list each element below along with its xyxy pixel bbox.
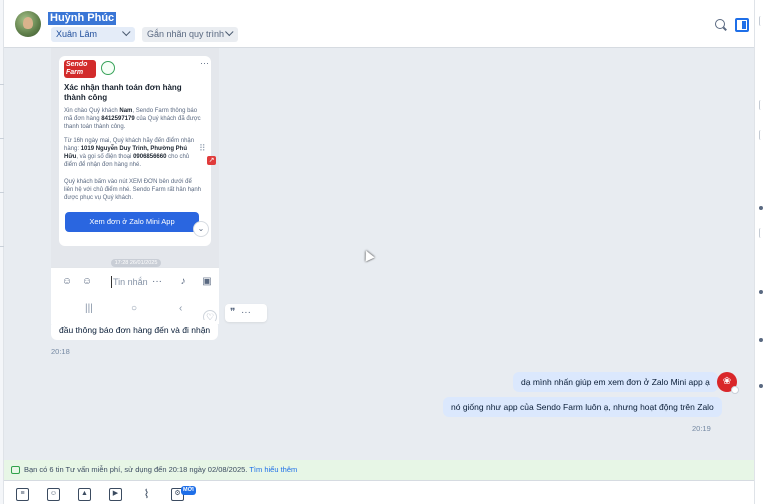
- scroll-down-icon: ⌄: [193, 221, 209, 237]
- panel-item: [759, 228, 765, 238]
- more-icon: ···: [152, 276, 162, 287]
- message-time: 20:19: [692, 424, 711, 433]
- card-title: Xác nhận thanh toán đơn hàng thành công: [64, 83, 182, 102]
- contact-name[interactable]: Huỳnh Phúc: [48, 12, 117, 25]
- text: , và gọi số điện thoại: [76, 154, 134, 160]
- message-timestamp: 17:28 26/01/2025: [111, 259, 161, 267]
- chat-header: Huỳnh Phúc Xuân Lâm Gắn nhãn quy trình: [4, 0, 754, 48]
- sticker-icon[interactable]: ☺: [47, 488, 60, 501]
- sticker-icon: ☺: [61, 276, 73, 287]
- new-badge: MỚI: [181, 486, 196, 495]
- logo-text: Sendo: [66, 61, 88, 68]
- back-icon: ‹: [179, 303, 183, 314]
- message-actions[interactable]: ❞ ···: [225, 304, 267, 322]
- message-time: 20:18: [51, 347, 70, 356]
- card-paragraph: Từ 16h ngày mai, Quý khách hãy đến điểm …: [64, 137, 202, 169]
- panel-dot: [759, 384, 763, 388]
- tag-select-value: Gắn nhãn quy trình: [147, 29, 225, 39]
- panel-dot: [759, 206, 763, 210]
- share-icon: ↗: [207, 156, 216, 165]
- notice-text: Bạn có 6 tin Tư vấn miễn phí, sử dụng đế…: [24, 465, 250, 474]
- home-icon: ○: [131, 303, 138, 314]
- drag-handle-icon: ⠿: [199, 143, 206, 153]
- account-select-value: Xuân Lâm: [56, 29, 98, 39]
- customer-name: Nam: [119, 108, 133, 114]
- image-icon[interactable]: ▲: [78, 488, 91, 501]
- panel-item: [759, 16, 765, 26]
- panel-dot: [759, 290, 763, 294]
- avatar-badge: [731, 386, 739, 394]
- view-order-button[interactable]: Xem đơn ở Zalo Mini App: [65, 212, 199, 232]
- account-select[interactable]: Xuân Lâm: [51, 27, 135, 42]
- emoji-icon: ☺: [81, 276, 93, 287]
- message-bubble-outgoing[interactable]: dạ mình nhấn giúp em xem đơn ở Zalo Mini…: [513, 372, 718, 392]
- composer-toolbar: ≡ ☺ ▲ ▶ ⌇ ⚙: [4, 480, 754, 504]
- sendo-farm-logo: Sendo Farm: [64, 60, 96, 78]
- image-icon: ▣: [202, 276, 212, 287]
- more-icon: ···: [200, 58, 209, 68]
- tag-select[interactable]: Gắn nhãn quy trình: [142, 27, 238, 42]
- message-input-placeholder: Tin nhắn: [111, 276, 148, 288]
- chevron-down-icon: [122, 27, 131, 37]
- message-template-icon[interactable]: ≡: [16, 488, 29, 501]
- chevron-down-icon: [225, 27, 234, 37]
- message-bubble-outgoing[interactable]: nó giống như app của Sendo Farm luôn ạ, …: [443, 397, 722, 417]
- chat-window: Huỳnh Phúc Xuân Lâm Gắn nhãn quy trình S…: [4, 0, 758, 504]
- search-icon[interactable]: [714, 18, 728, 32]
- logo-text: Farm: [66, 69, 84, 76]
- right-panel-edge: [754, 0, 768, 504]
- attachment-icon[interactable]: ⌇: [140, 488, 153, 501]
- farm-badge-icon: [101, 61, 115, 75]
- microphone-icon: ♪: [180, 276, 186, 287]
- chat-icon: [11, 466, 20, 474]
- panel-dot: [759, 338, 763, 342]
- learn-more-link[interactable]: Tìm hiểu thêm: [249, 465, 297, 474]
- recent-apps-icon: |||: [85, 303, 93, 314]
- screenshot-image[interactable]: Sendo Farm ··· Xác nhận thanh toán đơn hà…: [51, 48, 219, 324]
- message-bubble-incoming[interactable]: đầu thông báo đơn hàng đến và đi nhận: [51, 320, 219, 340]
- contact-avatar[interactable]: [15, 11, 41, 37]
- card-paragraph: Quý khách bấm vào nút XEM ĐƠN bên dưới đ…: [64, 179, 202, 201]
- panel-item: [759, 130, 765, 140]
- card-paragraph: Xin chào Quý khách Nam, Sendo Farm thông…: [64, 107, 202, 131]
- video-icon[interactable]: ▶: [109, 488, 122, 501]
- text: Xin chào Quý khách: [64, 108, 120, 114]
- toggle-sidebar-icon[interactable]: [735, 18, 749, 32]
- panel-item: [759, 100, 765, 110]
- phone-input-bar: ☺ ☺ Tin nhắn ··· ♪ ▣: [51, 267, 219, 295]
- phone-number: 0906856660: [133, 154, 167, 160]
- order-id: 8412597179: [101, 116, 135, 122]
- mouse-cursor-icon: [361, 248, 375, 262]
- free-consult-notice: Bạn có 6 tin Tư vấn miễn phí, sử dụng đế…: [4, 460, 754, 480]
- sender-avatar[interactable]: ❀: [717, 372, 739, 394]
